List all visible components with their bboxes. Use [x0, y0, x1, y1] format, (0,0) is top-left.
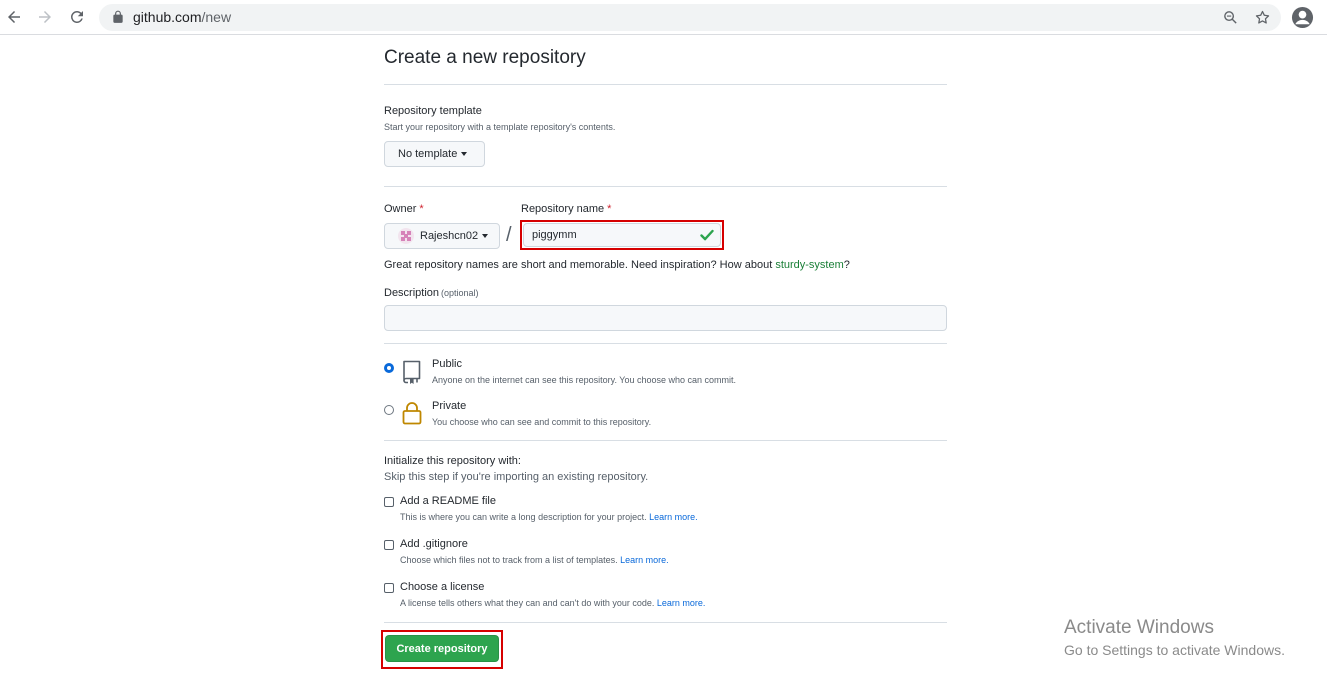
divider [384, 440, 947, 441]
readme-note-text: This is where you can write a long descr… [400, 512, 647, 522]
owner-label: Owner * [384, 203, 424, 215]
public-label: Public [432, 358, 462, 370]
template-note: Start your repository with a template re… [384, 122, 616, 132]
private-note: You choose who can see and commit to thi… [432, 417, 652, 427]
divider [384, 343, 947, 344]
forward-button[interactable] [34, 6, 56, 28]
divider [384, 622, 947, 623]
reload-button[interactable] [66, 6, 88, 28]
readme-label: Add a README file [400, 495, 496, 507]
star-icon[interactable] [1254, 9, 1271, 26]
template-dropdown[interactable]: No template [384, 141, 485, 167]
repo-name-label-text: Repository name [521, 203, 605, 215]
reload-icon [70, 10, 83, 23]
back-button[interactable] [3, 6, 25, 28]
divider [384, 84, 947, 85]
create-repository-button[interactable]: Create repository [385, 635, 499, 662]
init-subheading: Skip this step if you're importing an ex… [384, 471, 649, 483]
caret-down-icon [482, 234, 489, 238]
gitignore-note: Choose which files not to track from a l… [400, 555, 669, 565]
activate-windows-subtitle: Go to Settings to activate Windows. [1064, 642, 1285, 658]
repo-name-input[interactable]: piggymm [523, 223, 721, 247]
private-radio[interactable] [384, 405, 394, 415]
gitignore-checkbox[interactable] [384, 540, 394, 550]
public-radio[interactable] [384, 363, 394, 373]
required-mark: * [419, 203, 424, 215]
url-text: github.com/new [133, 9, 231, 25]
owner-value: Rajeshcn02 [420, 230, 479, 242]
address-bar[interactable]: github.com/new [99, 4, 1281, 31]
arrow-right-icon [39, 11, 51, 23]
repo-book-icon [403, 360, 421, 384]
page-title: Create a new repository [384, 47, 586, 68]
readme-checkbox[interactable] [384, 497, 394, 507]
optional-tag: (optional) [441, 288, 479, 298]
owner-avatar-icon [398, 228, 414, 244]
readme-note: This is where you can write a long descr… [400, 512, 698, 522]
browser-toolbar: github.com/new [0, 0, 1327, 35]
arrow-left-icon [8, 11, 20, 23]
lock-icon [402, 402, 422, 425]
repo-name-label: Repository name * [521, 203, 611, 215]
repo-name-hint: Great repository names are short and mem… [384, 259, 850, 271]
license-checkbox[interactable] [384, 583, 394, 593]
caret-down-icon [461, 152, 468, 156]
description-label: Description (optional) [384, 287, 479, 299]
owner-label-text: Owner [384, 203, 417, 215]
repo-name-value: piggymm [532, 229, 577, 241]
private-label: Private [432, 400, 467, 412]
description-input[interactable] [384, 305, 947, 331]
template-dropdown-label: No template [398, 148, 458, 160]
description-label-text: Description [384, 287, 440, 299]
required-mark: * [607, 203, 612, 215]
check-icon [700, 229, 714, 241]
zoom-icon[interactable] [1222, 9, 1239, 26]
license-learn-more-link[interactable]: Learn more. [657, 598, 706, 608]
owner-repo-separator: / [506, 224, 512, 246]
template-label: Repository template [384, 105, 482, 117]
hint-suffix: ? [843, 259, 850, 271]
lock-icon [113, 10, 123, 23]
readme-learn-more-link[interactable]: Learn more. [649, 512, 698, 522]
init-heading: Initialize this repository with: [384, 455, 521, 467]
gitignore-label: Add .gitignore [400, 538, 468, 550]
divider [384, 186, 947, 187]
license-label: Choose a license [400, 581, 485, 593]
owner-dropdown[interactable]: Rajeshcn02 [384, 223, 500, 249]
suggestion-link[interactable]: sturdy-system [775, 259, 843, 271]
public-note: Anyone on the internet can see this repo… [432, 375, 737, 385]
profile-avatar-icon[interactable] [1291, 6, 1314, 29]
url-host: github.com [133, 9, 202, 25]
hint-text: Great repository names are short and mem… [384, 259, 776, 271]
license-note: A license tells others what they can and… [400, 598, 705, 608]
gitignore-note-text: Choose which files not to track from a l… [400, 555, 618, 565]
gitignore-learn-more-link[interactable]: Learn more. [620, 555, 669, 565]
activate-windows-title: Activate Windows [1064, 617, 1214, 638]
url-path: /new [201, 9, 232, 25]
license-note-text: A license tells others what they can and… [400, 598, 655, 608]
